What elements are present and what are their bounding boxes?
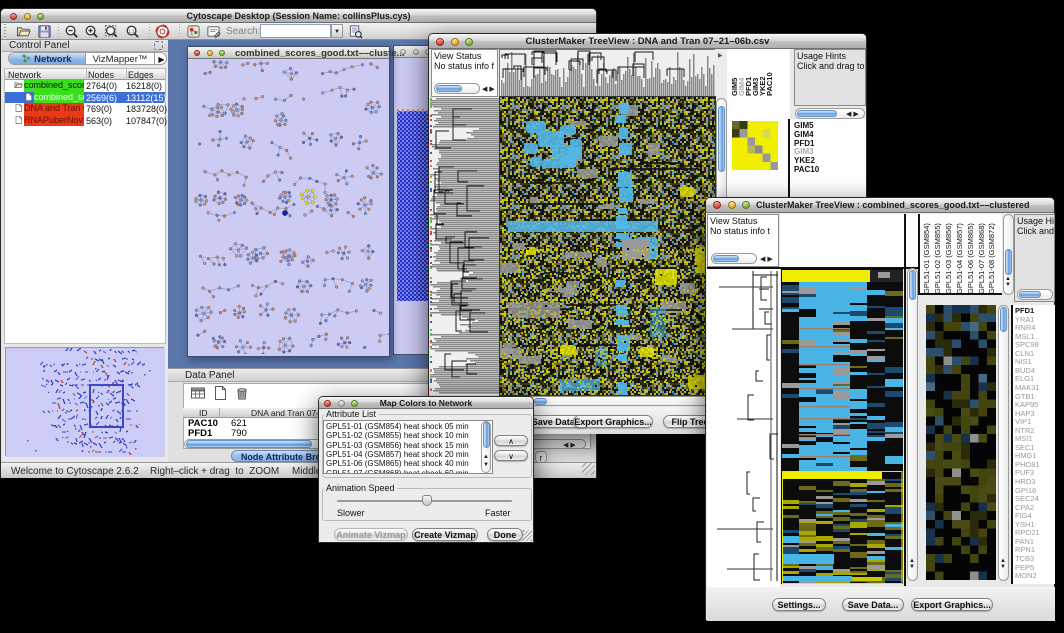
svg-text:1:1: 1:1 [129,28,136,33]
